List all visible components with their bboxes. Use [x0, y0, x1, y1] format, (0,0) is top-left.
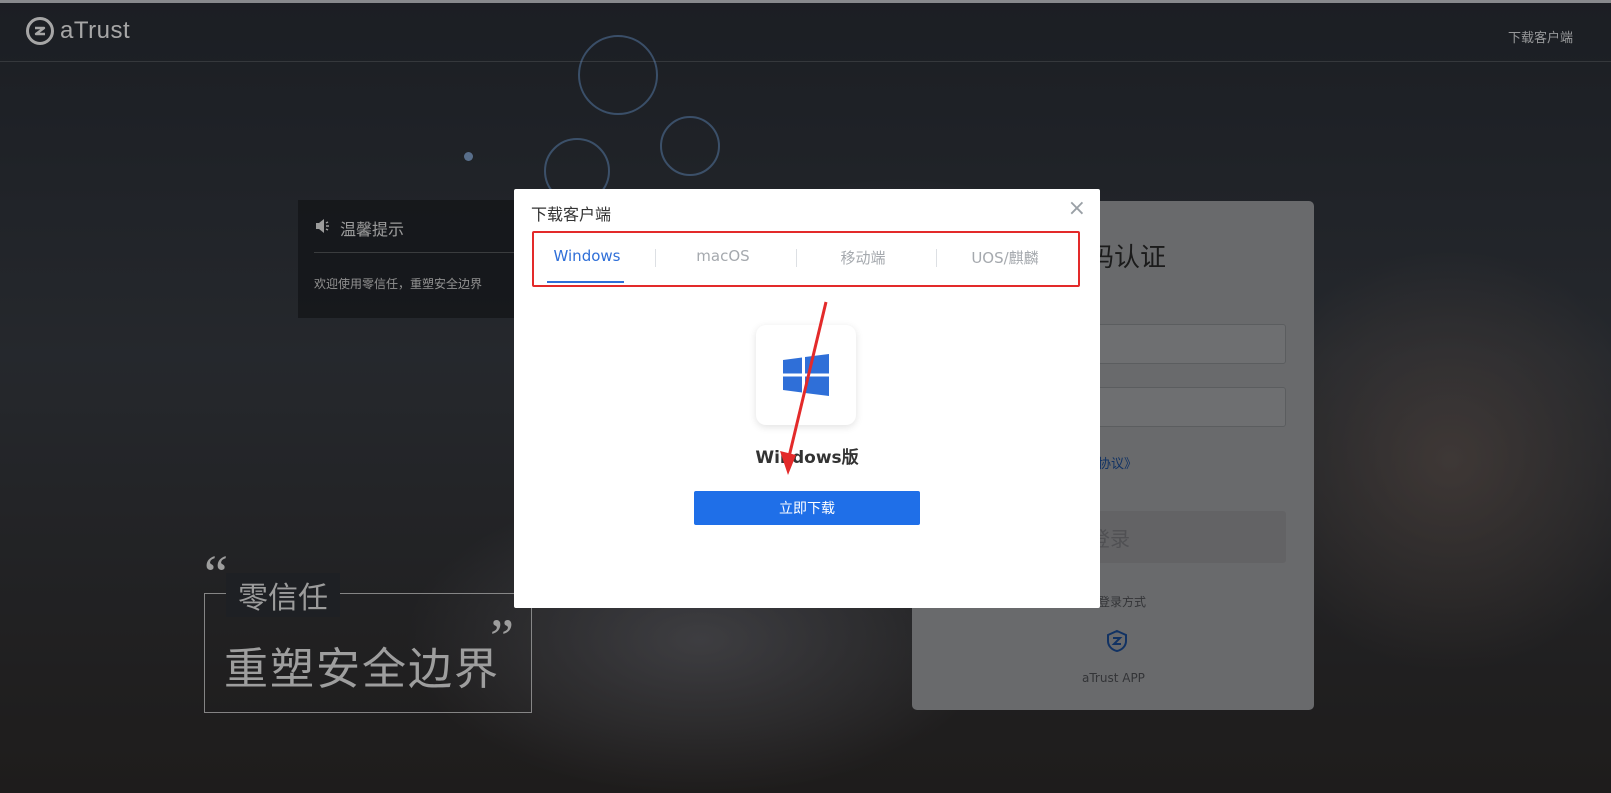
windows-logo-icon: [783, 354, 829, 396]
download-now-button[interactable]: 立即下载: [694, 491, 920, 525]
download-modal: 下载客户端 × Windows macOS 移动端 UOS/麒麟 Windows…: [514, 189, 1100, 608]
tab-divider: [936, 249, 937, 267]
close-icon[interactable]: ×: [1068, 197, 1086, 221]
modal-title: 下载客户端: [531, 205, 612, 224]
tab-mobile[interactable]: 移动端: [803, 247, 923, 268]
tab-windows[interactable]: Windows: [527, 247, 647, 265]
tab-divider: [655, 249, 656, 267]
tab-macos[interactable]: macOS: [663, 247, 783, 265]
windows-card[interactable]: [756, 325, 856, 425]
tab-active-underline: [547, 281, 624, 283]
os-name: Windows版: [755, 448, 859, 468]
tab-uos-kylin[interactable]: UOS/麒麟: [945, 247, 1065, 268]
tab-divider: [796, 249, 797, 267]
os-tabs: Windows macOS 移动端 UOS/麒麟: [532, 231, 1080, 287]
